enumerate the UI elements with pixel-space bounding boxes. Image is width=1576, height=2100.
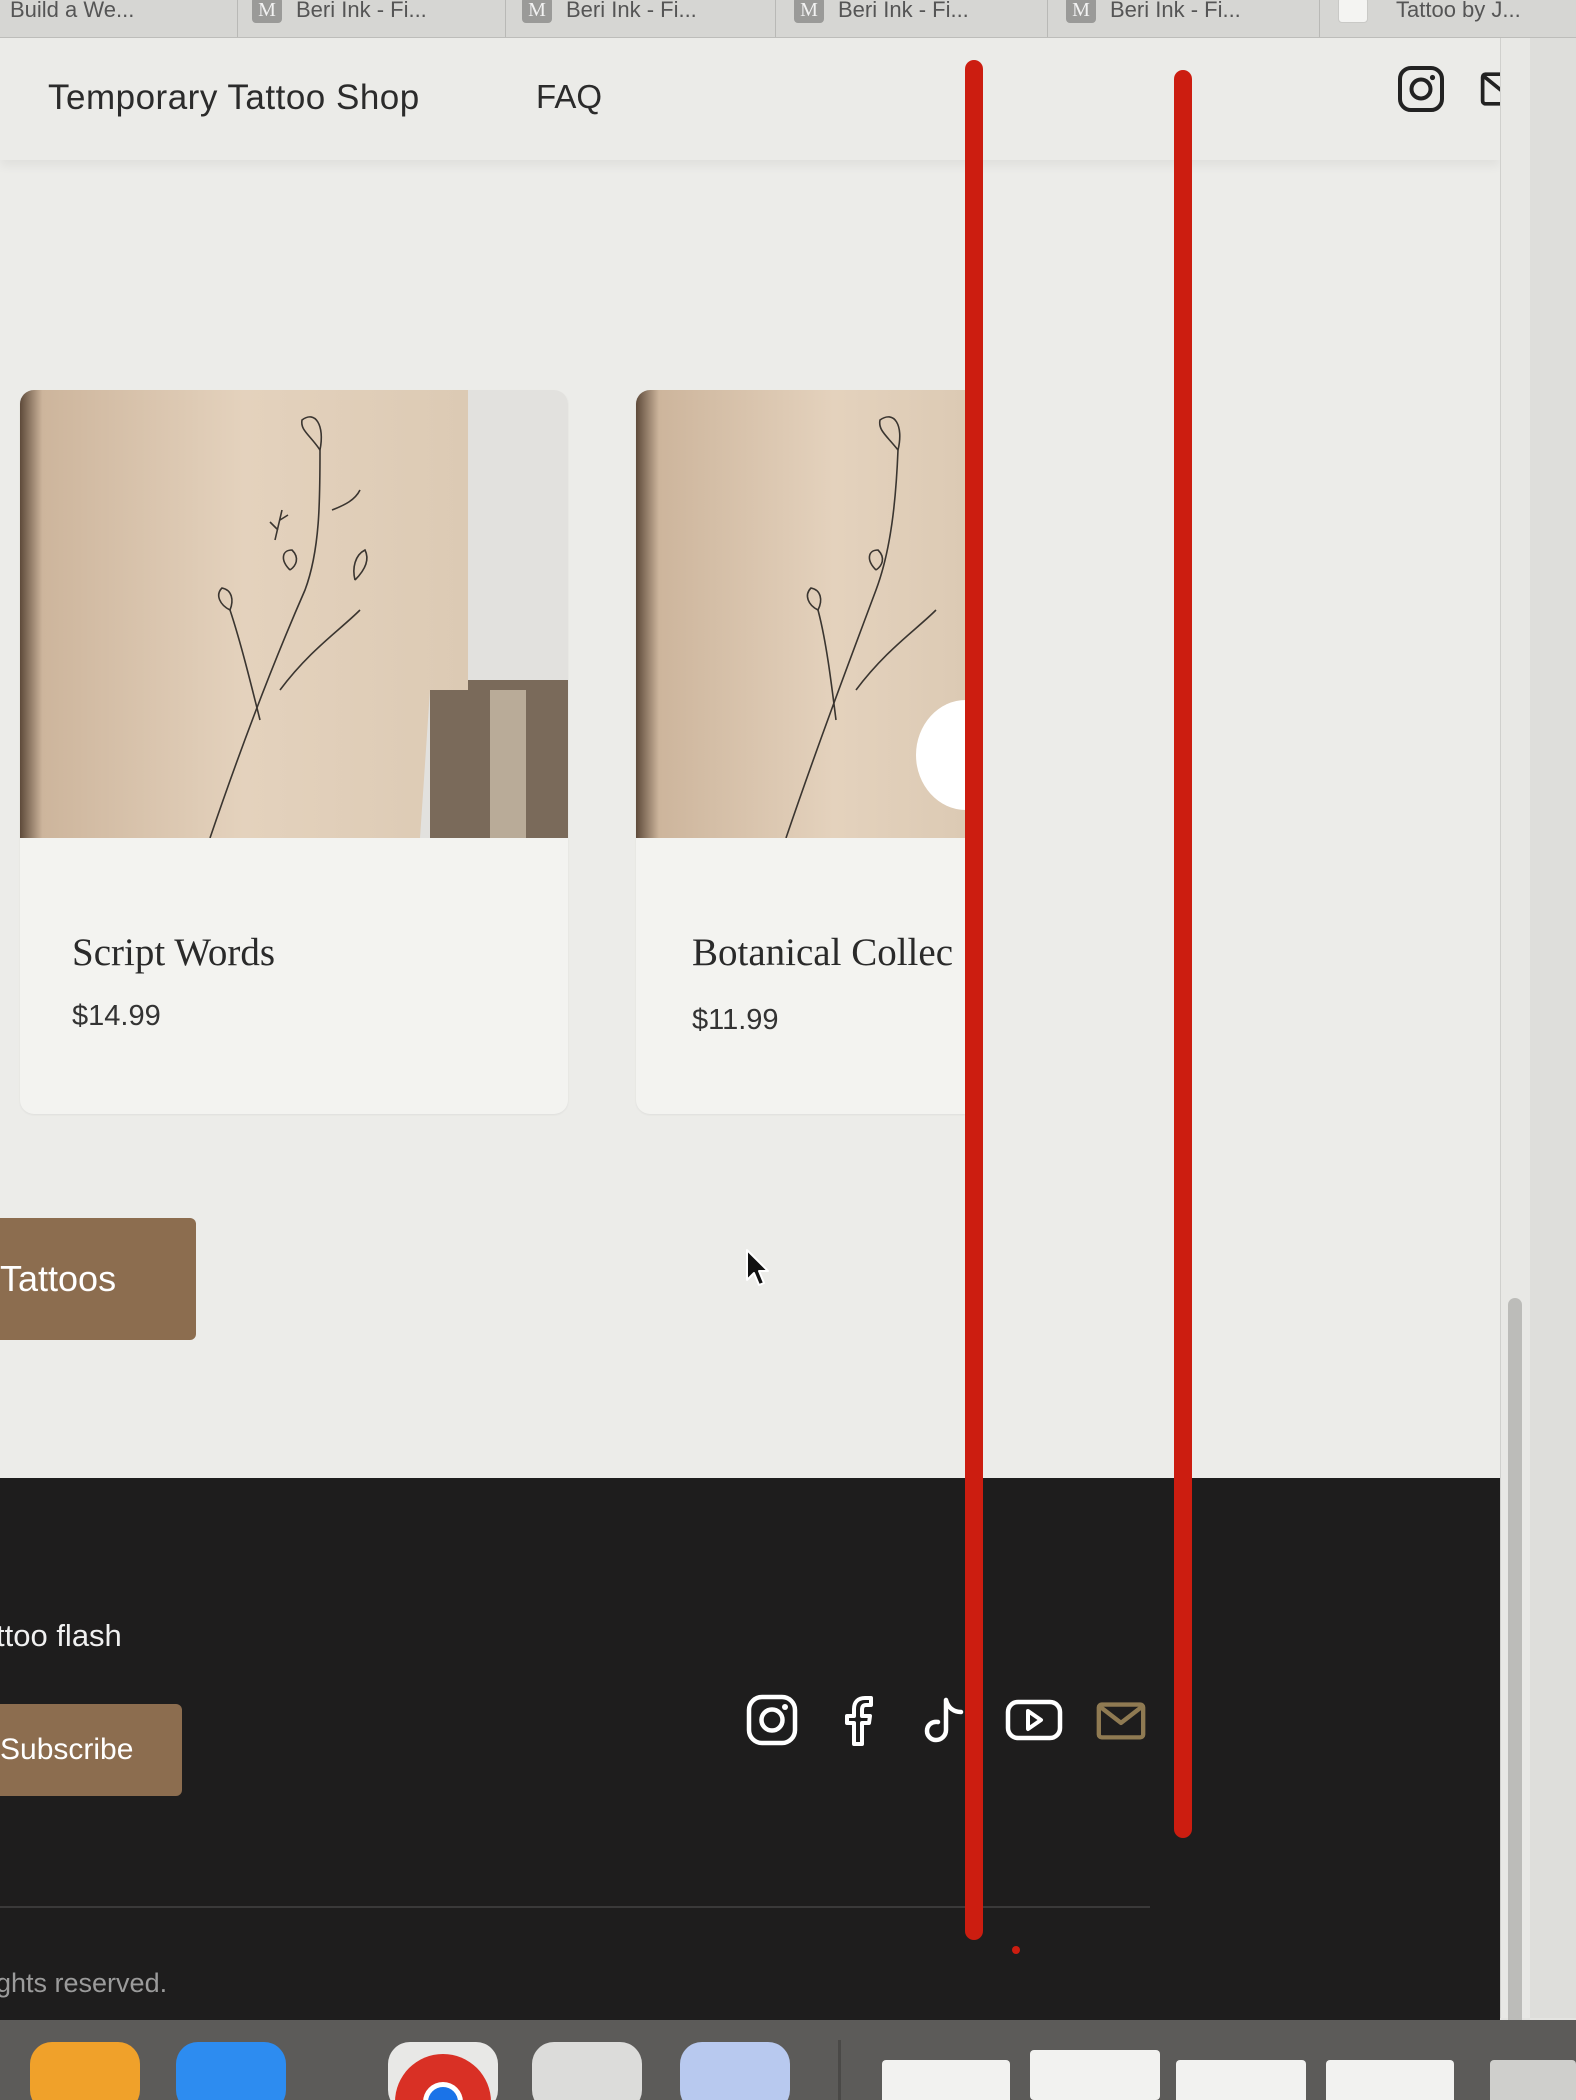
minimized-window-thumbnail[interactable] xyxy=(1326,2060,1454,2100)
browser-tab[interactable]: M Beri Ink - Fi... xyxy=(238,0,506,37)
app-store-icon[interactable] xyxy=(176,2042,286,2100)
tab-label: Beri Ink - Fi... xyxy=(1110,0,1241,22)
window-edge xyxy=(1530,38,1576,2018)
product-title: Script Words xyxy=(72,931,276,974)
browser-tab-strip: Build a We... M Beri Ink - Fi... M Beri … xyxy=(0,0,1576,38)
nav-link-faq[interactable]: FAQ xyxy=(536,78,602,116)
medium-favicon-icon: M xyxy=(252,0,282,23)
product-title: Botanical Collec xyxy=(692,931,954,974)
product-image xyxy=(20,390,568,838)
web-page: Temporary Tattoo Shop FAQ Script Words $… xyxy=(0,38,1500,2020)
mail-icon[interactable] xyxy=(1478,62,1500,116)
site-header: Temporary Tattoo Shop FAQ xyxy=(0,38,1500,160)
tab-label: Build a We... xyxy=(10,0,135,22)
minimized-window-thumbnail[interactable] xyxy=(882,2060,1010,2100)
subscribe-button[interactable]: Subscribe xyxy=(0,1704,182,1796)
mail-icon[interactable] xyxy=(1094,1692,1148,1748)
youtube-icon[interactable] xyxy=(1004,1692,1064,1748)
product-price: $11.99 xyxy=(692,1004,779,1036)
shop-tattoos-button[interactable]: Tattoos xyxy=(0,1218,196,1340)
newsletter-text: ttoo flash xyxy=(0,1618,122,1653)
tiktok-icon[interactable] xyxy=(916,1692,972,1748)
browser-tab[interactable]: M Beri Ink - Fi... xyxy=(1052,0,1320,37)
tab-label: Beri Ink - Fi... xyxy=(296,0,427,22)
colorsync-app-icon[interactable] xyxy=(532,2042,642,2100)
site-footer: ttoo flash Subscribe ghts reserved. xyxy=(0,1478,1500,2020)
blank-favicon-icon xyxy=(1338,0,1368,23)
scrollbar-thumb[interactable] xyxy=(1508,1298,1522,2030)
trash-icon[interactable] xyxy=(1490,2060,1576,2100)
tab-label: Beri Ink - Fi... xyxy=(566,0,697,22)
chrome-logo-icon xyxy=(395,2054,491,2100)
product-image xyxy=(636,390,966,838)
browser-tab[interactable]: Tattoo by J... xyxy=(1324,0,1576,37)
instagram-icon[interactable] xyxy=(744,1692,800,1748)
tab-label: Beri Ink - Fi... xyxy=(838,0,969,22)
pages-app-icon[interactable] xyxy=(30,2042,140,2100)
preview-app-icon[interactable] xyxy=(680,2042,790,2100)
product-price: $14.99 xyxy=(72,1000,161,1032)
minimized-window-thumbnail[interactable] xyxy=(1030,2050,1160,2100)
red-marker-dot xyxy=(1012,1946,1020,1954)
red-marker-line xyxy=(965,60,983,1940)
medium-favicon-icon: M xyxy=(522,0,552,23)
product-card[interactable]: Botanical Collec $11.99 xyxy=(636,390,966,1114)
brand-link[interactable]: Temporary Tattoo Shop xyxy=(48,78,420,118)
chrome-app-icon[interactable] xyxy=(388,2042,498,2100)
mouse-cursor-icon xyxy=(746,1249,769,1286)
tab-label: Tattoo by J... xyxy=(1396,0,1521,22)
browser-tab[interactable]: M Beri Ink - Fi... xyxy=(780,0,1048,37)
browser-tab[interactable]: M Beri Ink - Fi... xyxy=(508,0,776,37)
copyright-text: ghts reserved. xyxy=(0,1968,168,1998)
product-card[interactable]: Script Words $14.99 xyxy=(20,390,568,1114)
medium-favicon-icon: M xyxy=(794,0,824,23)
browser-tab[interactable]: Build a We... xyxy=(0,0,238,37)
minimized-window-thumbnail[interactable] xyxy=(1176,2060,1306,2100)
dock-separator xyxy=(838,2040,841,2100)
facebook-icon[interactable] xyxy=(832,1692,888,1748)
macos-dock xyxy=(0,2020,1576,2100)
red-marker-line xyxy=(1174,70,1192,1838)
instagram-icon[interactable] xyxy=(1394,62,1448,116)
medium-favicon-icon: M xyxy=(1066,0,1096,23)
